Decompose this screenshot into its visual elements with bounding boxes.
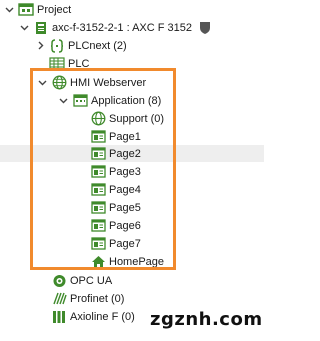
tree-item-label: Page4	[109, 183, 141, 196]
chevron-right-icon[interactable]	[35, 41, 45, 51]
tree-item-label: Profinet (0)	[70, 292, 125, 305]
tree-item-label: HMI Webserver	[70, 76, 147, 89]
tree-item-profinet[interactable]: Profinet (0)	[51, 290, 124, 307]
tree-item-label: OPC UA	[70, 274, 113, 287]
tree-item-page[interactable]: Page4	[90, 181, 141, 198]
tree-item-label: Application (8)	[91, 94, 162, 107]
globe-icon	[51, 75, 67, 90]
tree-item-label: HomePage	[109, 255, 165, 268]
axioline-icon	[51, 310, 67, 324]
tree-item-label: Page2	[109, 147, 141, 160]
tree-item-label: Page7	[109, 237, 141, 250]
chevron-down-icon[interactable]	[4, 5, 14, 15]
tree-item-page[interactable]: Page7	[90, 235, 141, 252]
application-window-icon	[72, 94, 88, 108]
tree-item-label: Page1	[109, 130, 141, 143]
globe-icon	[90, 111, 106, 126]
tree-item-label: PLCnext (2)	[68, 39, 127, 52]
chevron-down-icon[interactable]	[37, 78, 47, 88]
tree-item-plcnext[interactable]: PLCnext (2)	[35, 37, 127, 54]
tree-item-page[interactable]: Page1	[90, 128, 141, 145]
chevron-down-icon[interactable]	[58, 96, 68, 106]
tree-item-device[interactable]: axc-f-3152-2-1 : AXC F 3152	[19, 19, 216, 36]
tree-item-label: Project	[37, 3, 72, 16]
project-folder-icon	[18, 3, 34, 17]
chevron-down-icon[interactable]	[19, 23, 29, 33]
code-braces-icon	[49, 38, 65, 53]
tree-item-support[interactable]: Support (0)	[90, 110, 164, 127]
watermark-text: zgznh.com	[150, 309, 263, 330]
tree-item-page[interactable]: Page6	[90, 217, 141, 234]
controller-icon	[33, 21, 49, 35]
tree-item-label: Axioline F (0)	[70, 310, 135, 323]
page-icon	[90, 165, 106, 179]
tree-item-page-selected[interactable]: Page2	[0, 145, 264, 162]
tree-item-hmi-webserver[interactable]: HMI Webserver	[37, 74, 146, 91]
tree-item-application[interactable]: Application (8)	[58, 92, 161, 109]
page-icon	[90, 219, 106, 233]
page-icon	[90, 130, 106, 144]
tree-item-opc-ua[interactable]: OPC UA	[51, 272, 112, 289]
tree-item-label: Page3	[109, 165, 141, 178]
profinet-icon	[51, 292, 67, 306]
opc-ua-icon	[51, 274, 67, 288]
tree-item-page-content: Page2	[90, 145, 141, 162]
plc-grid-icon	[49, 57, 65, 71]
tree-item-page[interactable]: Page5	[90, 199, 141, 216]
page-icon	[90, 237, 106, 251]
home-icon	[90, 255, 106, 269]
tree-item-label: PLC	[68, 57, 90, 70]
page-icon	[90, 201, 106, 215]
page-icon	[90, 147, 106, 161]
tree-item-label: axc-f-3152-2-1 : AXC F 3152	[52, 21, 193, 34]
shield-icon	[197, 21, 213, 35]
tree-item-project[interactable]: Project	[4, 1, 71, 18]
tree-item-axioline[interactable]: Axioline F (0)	[51, 308, 135, 325]
page-icon	[90, 183, 106, 197]
tree-item-label: Support (0)	[109, 112, 165, 125]
tree-item-plc[interactable]: PLC	[49, 55, 89, 72]
tree-item-page[interactable]: Page3	[90, 163, 141, 180]
tree-item-label: Page5	[109, 201, 141, 214]
tree-item-label: Page6	[109, 219, 141, 232]
tree-item-homepage[interactable]: HomePage	[90, 253, 164, 270]
